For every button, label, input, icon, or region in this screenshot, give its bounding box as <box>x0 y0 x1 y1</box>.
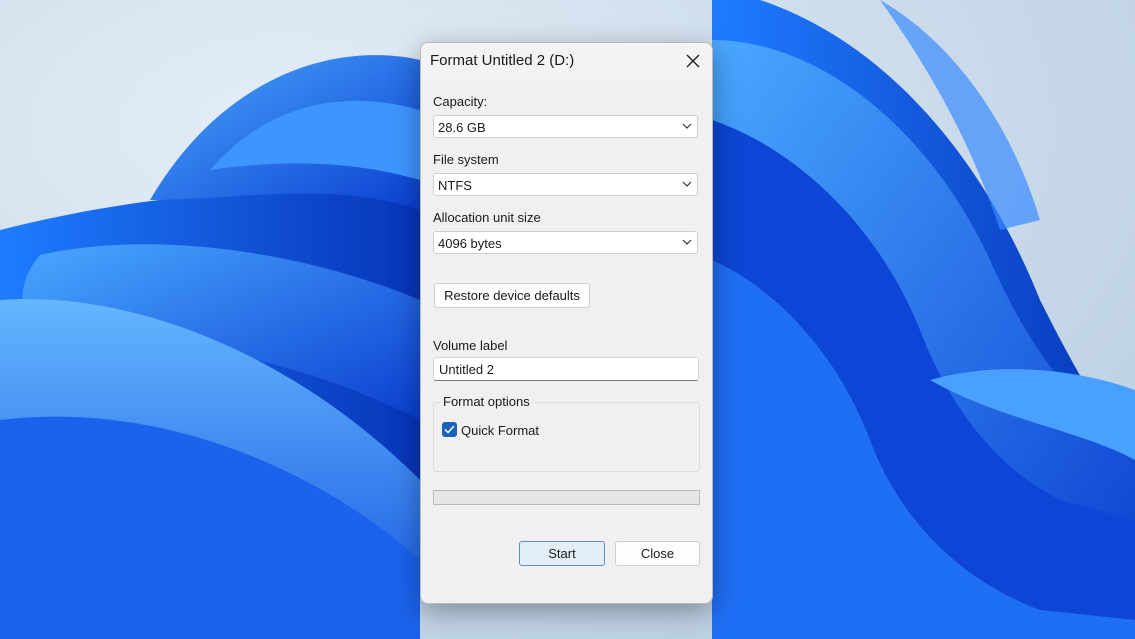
capacity-label: Capacity: <box>433 94 488 109</box>
chevron-down-icon <box>682 181 692 187</box>
chevron-down-icon <box>682 123 692 129</box>
format-progress-bar <box>433 490 700 505</box>
close-icon <box>686 54 700 68</box>
file-system-value: NTFS <box>438 178 472 193</box>
file-system-select[interactable]: NTFS <box>433 173 698 196</box>
capacity-select[interactable]: 28.6 GB <box>433 115 698 138</box>
checkmark-icon <box>444 425 455 434</box>
volume-label-input[interactable]: Untitled 2 <box>433 357 699 381</box>
format-options-legend: Format options <box>441 394 532 409</box>
restore-defaults-button[interactable]: Restore device defaults <box>434 283 590 308</box>
close-button[interactable]: Close <box>615 541 700 566</box>
allocation-unit-value: 4096 bytes <box>438 236 502 251</box>
file-system-label: File system <box>433 152 499 167</box>
dialog-title: Format Untitled 2 (D:) <box>430 52 575 69</box>
allocation-unit-label: Allocation unit size <box>433 210 541 225</box>
dialog-titlebar: Format Untitled 2 (D:) <box>421 43 712 79</box>
volume-label-label: Volume label <box>433 338 508 353</box>
quick-format-checkbox[interactable] <box>442 422 457 437</box>
quick-format-label[interactable]: Quick Format <box>461 423 539 438</box>
chevron-down-icon <box>682 239 692 245</box>
volume-label-value: Untitled 2 <box>439 362 494 377</box>
close-window-button[interactable] <box>677 45 709 77</box>
allocation-unit-select[interactable]: 4096 bytes <box>433 231 698 254</box>
format-dialog: Format Untitled 2 (D:) Capacity: 28.6 GB… <box>420 42 713 604</box>
start-button[interactable]: Start <box>519 541 605 566</box>
capacity-value: 28.6 GB <box>438 120 486 135</box>
